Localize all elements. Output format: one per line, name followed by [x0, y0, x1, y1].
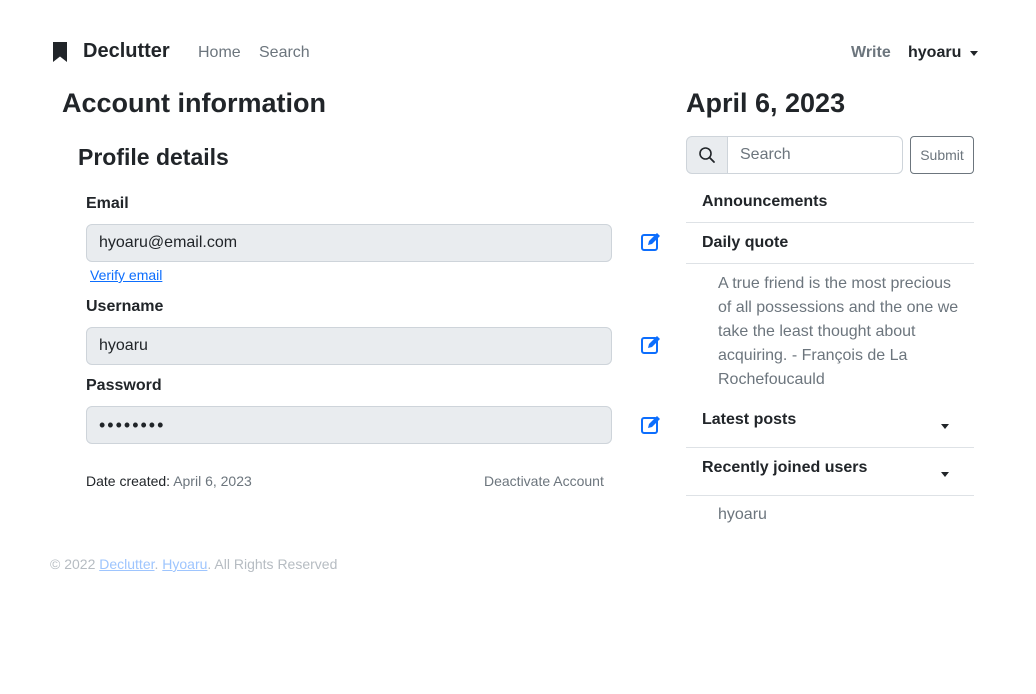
edit-username-icon[interactable] [640, 334, 662, 356]
search-icon [686, 136, 728, 174]
user-menu-name: hyoaru [908, 44, 962, 61]
sidebar-item-daily-quote[interactable]: Daily quote [686, 223, 974, 264]
username-field[interactable]: hyoaru [86, 327, 612, 365]
date-created: Date created: April 6, 2023 [86, 473, 252, 489]
page-title: Account information [62, 88, 326, 118]
email-field[interactable]: hyoaru@email.com [86, 224, 612, 262]
section-title: Profile details [78, 144, 229, 170]
email-label: Email [86, 195, 129, 212]
joined-user-item[interactable]: hyoaru [718, 506, 767, 524]
recently-joined-label: Recently joined users [702, 459, 868, 476]
caret-down-icon [941, 471, 949, 477]
nav-search-link[interactable]: Search [259, 44, 310, 62]
nav-home-link[interactable]: Home [198, 44, 241, 62]
edit-email-icon[interactable] [640, 231, 662, 253]
caret-down-icon [941, 423, 949, 429]
verify-email-link[interactable]: Verify email [90, 267, 162, 283]
sidebar-item-recently-joined[interactable]: Recently joined users [686, 448, 974, 496]
user-menu-dropdown[interactable]: hyoaru [908, 44, 979, 62]
username-label: Username [86, 298, 164, 315]
latest-posts-label: Latest posts [702, 411, 797, 428]
sidebar-search [686, 136, 903, 174]
caret-down-icon [970, 51, 979, 56]
brand-name: Declutter [83, 40, 170, 62]
footer-rights: . All Rights Reserved [207, 556, 338, 572]
navbar: Declutter Home Search Write hyoaru [50, 36, 980, 68]
date-created-label: Date created: [86, 473, 171, 489]
bookmark-icon [53, 41, 67, 62]
deactivate-account-link[interactable]: Deactivate Account [484, 473, 604, 489]
date-created-value: April 6, 2023 [173, 473, 252, 489]
sidebar-item-latest-posts[interactable]: Latest posts [686, 400, 974, 448]
edit-password-icon[interactable] [640, 414, 662, 436]
announcements-label: Announcements [702, 193, 828, 210]
page: Declutter Home Search Write hyoaru Accou… [0, 0, 1036, 694]
footer-hyoaru-link[interactable]: Hyoaru [162, 556, 207, 572]
daily-quote-label: Daily quote [702, 234, 789, 251]
footer-copyright: © 2022 [50, 556, 100, 572]
daily-quote-text: A true friend is the most precious of al… [718, 275, 959, 388]
password-label: Password [86, 377, 162, 394]
search-input[interactable] [728, 136, 903, 174]
nav-write-link[interactable]: Write [851, 44, 891, 62]
footer: © 2022 Declutter. Hyoaru. All Rights Res… [50, 556, 337, 572]
sidebar-item-announcements[interactable]: Announcements [686, 182, 974, 223]
search-submit-button[interactable]: Submit [910, 136, 974, 174]
brand[interactable]: Declutter [52, 40, 170, 63]
sidebar-date: April 6, 2023 [686, 88, 846, 118]
footer-declutter-link[interactable]: Declutter [99, 556, 154, 572]
password-field[interactable]: •••••••• [86, 406, 612, 444]
